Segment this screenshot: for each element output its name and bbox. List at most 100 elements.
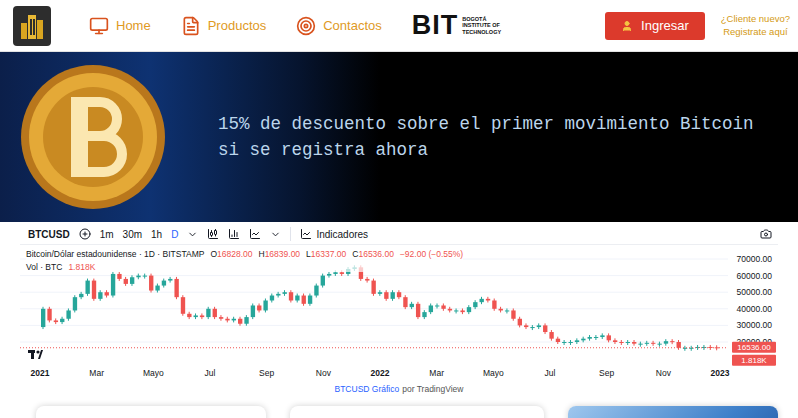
candle bbox=[365, 277, 369, 283]
candle bbox=[499, 307, 503, 313]
y-tick: 30000.00 bbox=[20, 320, 772, 330]
candle bbox=[263, 299, 267, 313]
candle bbox=[492, 299, 496, 311]
nav-item[interactable]: Contactos bbox=[296, 16, 382, 36]
interval-button[interactable]: D bbox=[171, 229, 178, 240]
product-card[interactable] bbox=[568, 406, 778, 418]
candlestick-icon[interactable] bbox=[207, 228, 219, 240]
candle bbox=[378, 290, 382, 296]
candle bbox=[321, 274, 325, 288]
candle bbox=[397, 290, 401, 299]
nav-item[interactable]: Home bbox=[89, 16, 151, 36]
ohlc-value: L16337.00 bbox=[306, 249, 346, 259]
candle bbox=[435, 303, 439, 308]
register-link[interactable]: ¿Cliente nuevo?Registrate aquí bbox=[721, 13, 790, 38]
site-logo-icon[interactable] bbox=[13, 6, 51, 46]
toolbar-separator bbox=[290, 227, 291, 241]
last-volume-tag: 1.818K bbox=[732, 355, 776, 366]
compare-add-icon[interactable] bbox=[79, 228, 91, 240]
candle bbox=[403, 295, 407, 309]
candle bbox=[549, 330, 553, 341]
chart-caption: BTCUSD Gráficopor TradingView bbox=[20, 381, 778, 398]
indicators-button[interactable]: Indicadores bbox=[300, 228, 368, 240]
x-tick: 2022 bbox=[371, 368, 390, 378]
candle bbox=[73, 295, 77, 312]
candle bbox=[530, 325, 534, 330]
main-nav: Home Productos Contactos bbox=[89, 16, 382, 36]
candle bbox=[289, 290, 293, 302]
candle bbox=[391, 290, 395, 301]
candle bbox=[518, 317, 522, 328]
candle bbox=[645, 341, 649, 346]
candle bbox=[295, 294, 299, 303]
header: Home Productos Contactos BITBOGOTÁINSTITUTE… bbox=[0, 0, 798, 52]
candle bbox=[607, 333, 611, 342]
candle bbox=[505, 308, 509, 313]
candle bbox=[130, 275, 134, 286]
last-price-tag: 16536.00 bbox=[732, 342, 776, 353]
promo-banner: 15% de descuento sobre el primer movimie… bbox=[0, 52, 798, 222]
y-tick: 40000.00 bbox=[20, 304, 772, 314]
svg-text:16536.00: 16536.00 bbox=[737, 343, 771, 352]
candle bbox=[225, 317, 229, 323]
candle bbox=[670, 339, 674, 344]
chevron-down-icon[interactable] bbox=[187, 229, 198, 240]
symbol-label[interactable]: BTCUSD bbox=[28, 229, 70, 240]
product-card[interactable] bbox=[290, 406, 544, 418]
candle bbox=[200, 313, 204, 319]
candle bbox=[219, 315, 223, 321]
login-button[interactable]: Ingresar bbox=[605, 12, 705, 40]
x-tick: 2023 bbox=[711, 368, 730, 378]
interval-button[interactable]: 1m bbox=[100, 229, 114, 240]
document-icon bbox=[181, 16, 201, 36]
candle bbox=[162, 279, 166, 288]
candle bbox=[136, 274, 140, 280]
brand-logo[interactable]: BITBOGOTÁINSTITUTE OFTECHNOLOGY bbox=[412, 12, 501, 39]
candle bbox=[422, 310, 426, 319]
candle bbox=[581, 337, 585, 343]
candle bbox=[384, 290, 388, 301]
candle bbox=[594, 335, 598, 340]
x-tick: Sep bbox=[259, 368, 274, 378]
svg-text:70000.00: 70000.00 bbox=[737, 254, 773, 264]
camera-icon[interactable] bbox=[760, 228, 778, 240]
x-tick: Nov bbox=[316, 368, 332, 378]
candle bbox=[429, 303, 433, 314]
candle bbox=[632, 340, 636, 346]
candle bbox=[124, 277, 128, 286]
user-icon bbox=[621, 20, 633, 32]
product-card[interactable] bbox=[36, 406, 266, 418]
candle bbox=[47, 307, 51, 323]
candle bbox=[696, 345, 700, 350]
ohlc-value: H16839.00 bbox=[259, 249, 301, 259]
candle bbox=[66, 308, 70, 320]
svg-text:60000.00: 60000.00 bbox=[737, 271, 773, 281]
ohlc-value: C16536.00 bbox=[352, 249, 394, 259]
candle bbox=[410, 302, 414, 309]
candle bbox=[181, 295, 185, 316]
x-tick: Mayo bbox=[143, 368, 164, 378]
interval-button[interactable]: 30m bbox=[123, 229, 142, 240]
x-tick: Mar bbox=[429, 368, 444, 378]
chevron-down-icon[interactable] bbox=[270, 229, 281, 240]
candle bbox=[683, 346, 687, 351]
svg-text:1.818K: 1.818K bbox=[741, 356, 767, 365]
interval-button[interactable]: 1h bbox=[151, 229, 162, 240]
chart-widget: BTCUSD 1m 30m 1h D Indicadores 70000.00 60000.0… bbox=[20, 224, 778, 398]
candle bbox=[575, 338, 579, 344]
bar-chart-icon[interactable] bbox=[228, 228, 240, 240]
tradingview-logo-icon[interactable] bbox=[28, 350, 43, 359]
candle bbox=[187, 312, 191, 319]
nav-item[interactable]: Productos bbox=[181, 16, 267, 36]
candle bbox=[60, 317, 64, 324]
candle bbox=[98, 290, 102, 301]
candle bbox=[473, 300, 477, 309]
ohlc-value: O16828.00 bbox=[210, 249, 252, 259]
candle bbox=[257, 303, 261, 312]
line-chart-icon[interactable] bbox=[249, 228, 261, 240]
chart-source-link[interactable]: BTCUSD Gráfico bbox=[335, 384, 400, 394]
candle bbox=[588, 335, 592, 341]
target-icon bbox=[296, 16, 316, 36]
candle bbox=[543, 323, 547, 334]
page: Home Productos Contactos BITBOGOTÁINSTITUTE… bbox=[0, 0, 798, 418]
